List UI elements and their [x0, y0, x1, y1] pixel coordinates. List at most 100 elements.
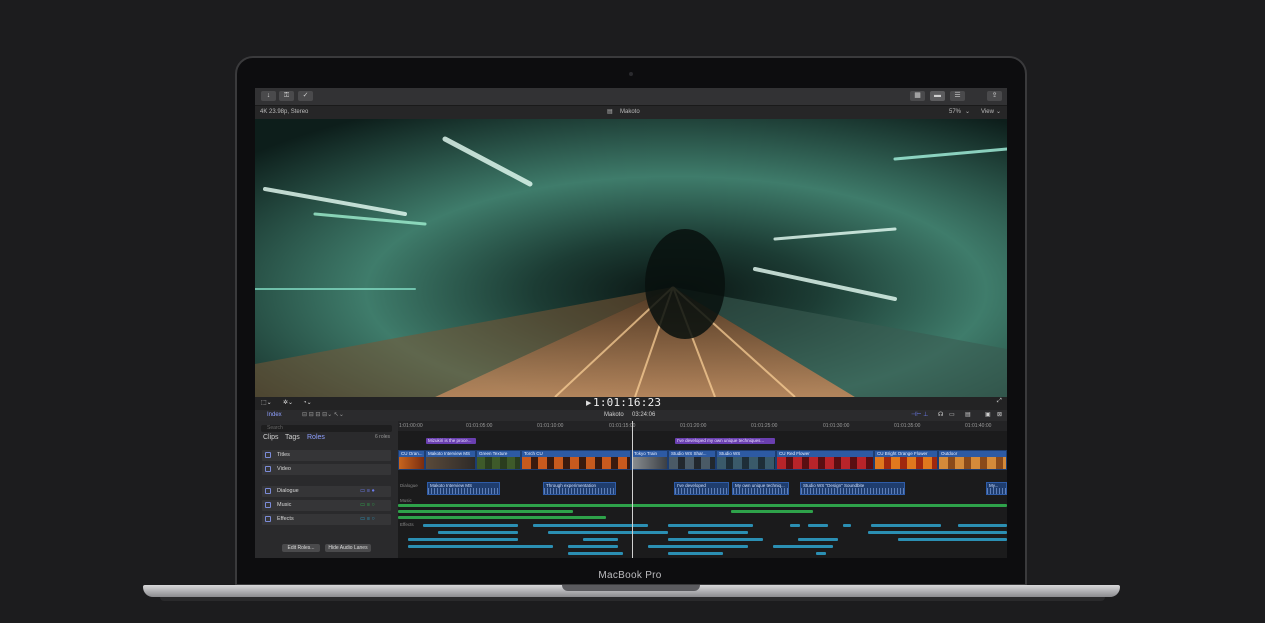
inspector-icon[interactable]: ☰ — [950, 91, 965, 101]
checkbox[interactable] — [265, 466, 271, 472]
music-clip[interactable] — [731, 510, 813, 513]
speed-icon[interactable]: ◔⌄ — [303, 399, 312, 406]
lane-controls-icon[interactable]: ▭ ≡ ○ — [360, 500, 375, 511]
audio-clip[interactable]: My own unique techniq... — [732, 482, 789, 495]
effects-clip[interactable] — [668, 524, 753, 527]
audio-clip[interactable]: Through experimentation — [543, 482, 616, 495]
effects-clip[interactable] — [790, 524, 800, 527]
share-icon[interactable]: ⇪ — [987, 91, 1002, 101]
role-video[interactable]: Video — [262, 464, 391, 475]
playhead[interactable] — [632, 421, 633, 558]
effects-clip[interactable] — [668, 538, 763, 541]
role-titles[interactable]: Titles — [262, 450, 391, 461]
zoom-menu[interactable]: 57% — [949, 106, 961, 119]
tab-clips[interactable]: Clips — [263, 434, 279, 441]
effects-clip[interactable] — [568, 545, 618, 548]
title-clip[interactable]: Mizukiri is the proce... — [426, 438, 476, 444]
video-clip[interactable]: CU Red Flower — [776, 450, 874, 470]
audio-clip[interactable]: Studio WS "Design" Soundbite — [800, 482, 905, 495]
browser-layout-icon[interactable]: ▦ — [910, 91, 925, 101]
effects-clip[interactable] — [408, 545, 553, 548]
timeline-layout-icon[interactable]: ▬ — [930, 91, 945, 101]
effects-clip[interactable] — [583, 538, 618, 541]
edit-tools-icon[interactable]: ⊟ ⊟ ⊟ ⊟⌄ ↖⌄ — [302, 410, 344, 421]
video-clip[interactable]: Outdoor — [938, 450, 1007, 470]
effects-clip[interactable] — [958, 524, 1007, 527]
video-clip[interactable]: CU Bright Orange Flower — [874, 450, 938, 470]
audio-clip[interactable]: Makoto Interview MS — [427, 482, 500, 495]
effects-clip[interactable] — [808, 524, 828, 527]
play-icon[interactable]: ▶ — [586, 399, 591, 407]
checkbox[interactable] — [265, 488, 271, 494]
key-icon[interactable]: ⚿ — [279, 91, 294, 101]
lane-controls-icon[interactable]: ▭ ≡ ○ — [360, 514, 375, 525]
role-label: Music — [277, 502, 292, 508]
audio-clip[interactable]: My... — [986, 482, 1007, 495]
tab-roles[interactable]: Roles — [307, 434, 325, 441]
lane-label: Music — [400, 498, 412, 503]
timeline[interactable]: 1:01:00:00 01:01:05:00 01:01:10:00 01:01… — [398, 421, 1007, 558]
video-clip[interactable]: CU Oran... — [398, 450, 425, 470]
role-dialogue[interactable]: Dialogue ▭ ≡ ● — [262, 486, 391, 497]
clip-appearance-icon[interactable]: ▤ — [965, 410, 971, 421]
lane-controls-icon[interactable]: ▭ ≡ ● — [360, 486, 375, 497]
effects-clip[interactable] — [688, 531, 748, 534]
transitions-icon[interactable]: ⊠ — [997, 410, 1002, 421]
effects-clip[interactable] — [533, 524, 648, 527]
effects-clip[interactable] — [871, 524, 941, 527]
view-menu[interactable]: View — [981, 106, 994, 119]
effects-browser-icon[interactable]: ▣ — [985, 410, 991, 421]
effects-clip[interactable] — [898, 538, 1007, 541]
timecode-display[interactable]: 1:01:16:23 — [593, 396, 661, 409]
effects-clip[interactable] — [568, 552, 623, 555]
transform-icon[interactable]: ⬚⌄ — [261, 399, 272, 406]
effects-clip[interactable] — [773, 545, 833, 548]
solo-icon[interactable]: ▭ — [949, 410, 955, 421]
tab-tags[interactable]: Tags — [285, 434, 300, 441]
checkbox[interactable] — [265, 452, 271, 458]
video-clip[interactable]: Green Texture — [476, 450, 521, 470]
edit-roles-button[interactable]: Edit Roles... — [282, 544, 320, 552]
role-effects[interactable]: Effects ▭ ≡ ○ — [262, 514, 391, 525]
music-clip[interactable] — [398, 510, 573, 513]
fullscreen-icon[interactable]: ⤢ — [997, 398, 1002, 405]
effects-clip[interactable] — [868, 531, 1007, 534]
checkmark-circle-icon[interactable]: ✓ — [298, 91, 313, 101]
checkbox[interactable] — [265, 502, 271, 508]
chevron-down-icon[interactable]: ⌄ — [996, 106, 1001, 119]
title-clip[interactable]: I've developed my own unique techniques.… — [675, 438, 775, 444]
effects-clip[interactable] — [548, 531, 668, 534]
role-label: Dialogue — [277, 488, 299, 494]
laptop-notch — [562, 585, 700, 591]
headphones-icon[interactable]: ☊ — [938, 410, 943, 421]
download-icon[interactable]: ↓ — [261, 91, 276, 101]
chevron-down-icon[interactable]: ⌄ — [965, 106, 970, 119]
music-clip[interactable] — [398, 504, 1007, 507]
music-clip[interactable] — [398, 516, 606, 519]
checkbox[interactable] — [265, 516, 271, 522]
video-clip[interactable]: Torch CU — [521, 450, 631, 470]
hide-audio-lanes-button[interactable]: Hide Audio Lanes — [325, 544, 371, 552]
role-music[interactable]: Music ▭ ≡ ○ — [262, 500, 391, 511]
viewer-video-frame[interactable] — [255, 119, 1007, 397]
effects-clip[interactable] — [798, 538, 838, 541]
enhance-icon[interactable]: ✲⌄ — [283, 399, 293, 406]
final-cut-pro-window: ↓ ⚿ ✓ ▦ ▬ ☰ ⇪ 4K 23.98p, Stereo ▤ Makoto… — [255, 88, 1007, 558]
video-clip[interactable]: Studio WS — [716, 450, 776, 470]
video-clip[interactable]: Makoto Interview MS — [425, 450, 476, 470]
video-clip[interactable]: Tokyo Train — [631, 450, 668, 470]
skimming-icon[interactable]: ⊣⊢ ⊥ — [911, 410, 928, 421]
effects-clip[interactable] — [668, 552, 723, 555]
effects-clip[interactable] — [423, 524, 518, 527]
search-input[interactable]: Search — [261, 425, 392, 432]
effects-clip[interactable] — [438, 531, 518, 534]
effects-clip[interactable] — [408, 538, 518, 541]
index-button[interactable]: Index — [267, 410, 282, 421]
audio-clip[interactable]: I've developed — [674, 482, 729, 495]
effects-clip[interactable] — [843, 524, 851, 527]
video-clip[interactable]: Studio WS Shar... — [668, 450, 716, 470]
effects-clip[interactable] — [648, 545, 748, 548]
effects-clip[interactable] — [816, 552, 826, 555]
index-tabs: Clips Tags Roles 6 roles — [262, 434, 393, 444]
timeline-ruler[interactable]: 1:01:00:00 01:01:05:00 01:01:10:00 01:01… — [398, 421, 1007, 431]
